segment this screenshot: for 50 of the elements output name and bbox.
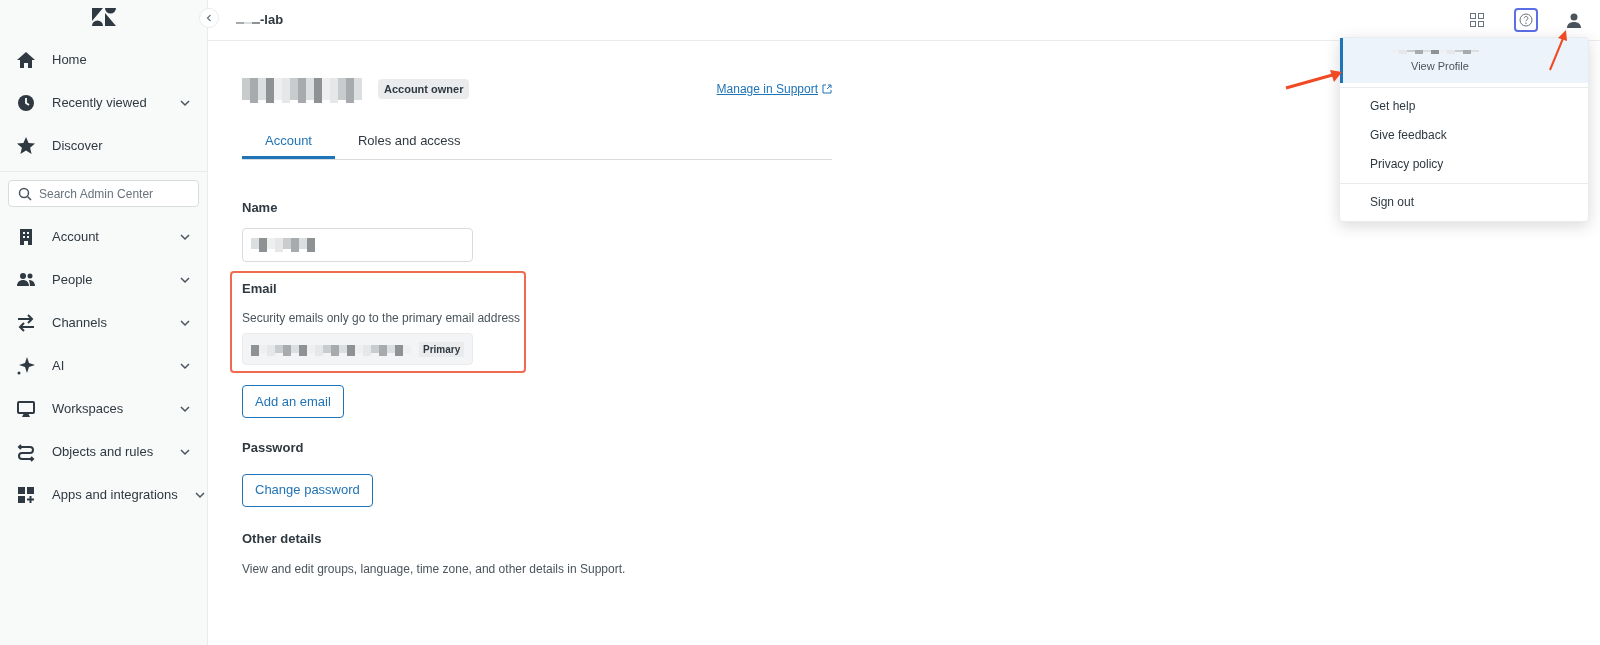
home-icon (16, 49, 36, 70)
name-label: Name (242, 199, 279, 217)
workspace-name: -lab (260, 11, 284, 30)
password-label: Password (242, 439, 305, 457)
other-details-text: View and edit groups, language, time zone, and other details in Support. (242, 561, 627, 578)
sidebar-item[interactable]: Apps and integrations (0, 473, 207, 516)
help-icon (1519, 13, 1533, 27)
sidebar-item[interactable]: Workspaces (0, 387, 207, 430)
add-email-button[interactable]: Add an email (242, 385, 344, 418)
other-details-label: Other details (242, 529, 323, 548)
chevron-left-icon (205, 14, 213, 22)
sidebar-item[interactable]: Recently viewed (0, 81, 207, 124)
search-icon (18, 187, 32, 201)
apps-add-icon (16, 484, 36, 505)
star-icon (16, 135, 36, 156)
help-button[interactable] (1514, 8, 1538, 32)
annotation-arrow (1547, 28, 1569, 72)
monitor-icon (16, 398, 36, 419)
sidebar-item[interactable]: Channels (0, 301, 207, 344)
sign-out-item[interactable]: Sign out (1340, 187, 1588, 217)
sidebar-item[interactable]: Account (0, 215, 207, 258)
search-field[interactable]: Search Admin Center (8, 180, 199, 207)
sidebar-item[interactable]: Discover (0, 124, 207, 167)
clock-icon (16, 92, 36, 113)
collapse-sidebar-button[interactable] (199, 8, 219, 28)
tab[interactable]: Account (242, 125, 335, 159)
view-profile-item[interactable]: View Profile (1340, 38, 1588, 83)
sidebar-item[interactable]: AI (0, 344, 207, 387)
role-badge: Account owner (378, 78, 470, 100)
user-icon (1567, 12, 1581, 28)
flow-arrows-icon (16, 441, 36, 462)
sidebar-item[interactable]: People (0, 258, 207, 301)
grid-icon (1470, 13, 1484, 27)
menu-item[interactable]: Privacy policy (1340, 149, 1588, 179)
external-link-icon (822, 84, 832, 94)
name-field[interactable] (242, 227, 473, 262)
menu-item[interactable]: Get help (1340, 91, 1588, 121)
change-password-button[interactable]: Change password (242, 473, 373, 507)
email-hint: Security emails only go to the primary email address (242, 310, 522, 327)
manage-in-support-link[interactable]: Manage in Support (716, 80, 832, 98)
sidebar-item[interactable]: Objects and rules (0, 430, 207, 473)
sidebar-item[interactable]: Home (0, 38, 207, 81)
menu-item[interactable]: Give feedback (1340, 120, 1588, 150)
sparkle-icon (16, 355, 36, 376)
logo-icon (91, 8, 116, 26)
tab[interactable]: Roles and access (335, 125, 484, 159)
email-label: Email (242, 279, 278, 298)
primary-tag: Primary (419, 341, 465, 357)
redaction-mark (251, 237, 315, 252)
arrows-icon (16, 312, 36, 333)
